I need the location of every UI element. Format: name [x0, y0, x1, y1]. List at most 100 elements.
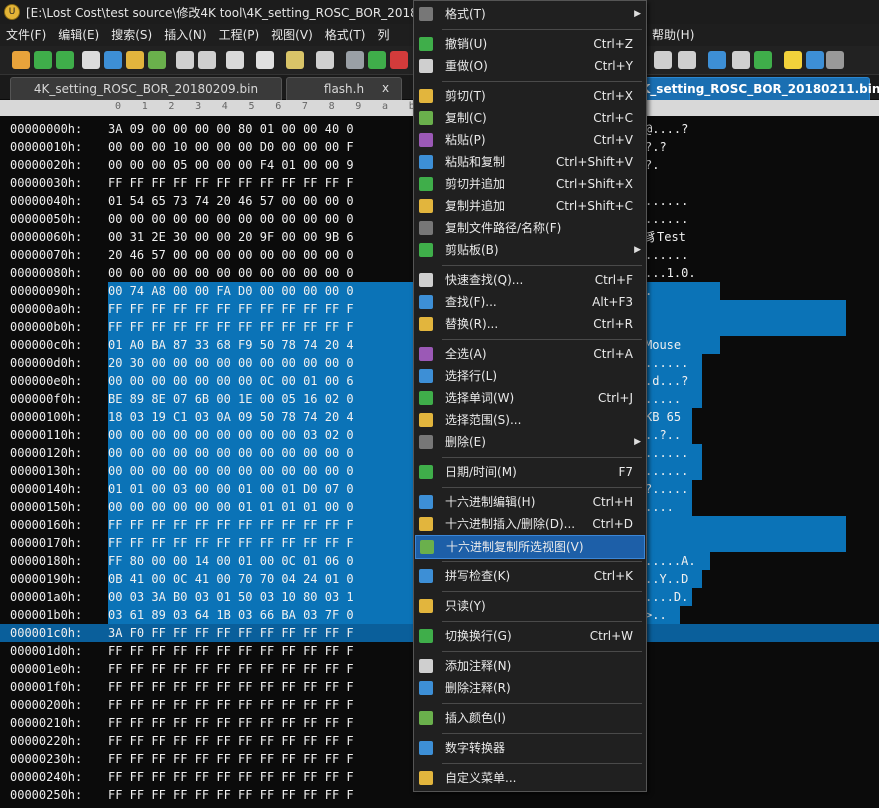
- menu-item-replace[interactable]: 替换(R)... Ctrl+R: [415, 313, 645, 335]
- menu-item-hex-insert[interactable]: 十六进制插入/删除(D)... Ctrl+D: [415, 513, 645, 535]
- menu-item-copy-path[interactable]: 复制文件路径/名称(F): [415, 217, 645, 239]
- menu-item-insert-color[interactable]: 插入颜色(I): [415, 707, 645, 729]
- row-ascii[interactable]: @....?: [645, 120, 688, 138]
- menu-item-cut-append[interactable]: 剪切并追加 Ctrl+Shift+X: [415, 173, 645, 195]
- menu-item-select-range[interactable]: 选择范围(S)...: [415, 409, 645, 431]
- image-icon[interactable]: [148, 51, 166, 69]
- menu-item-add-comment[interactable]: 添加注释(N): [415, 655, 645, 677]
- menu-2[interactable]: 搜索(S): [105, 24, 158, 46]
- tab-0[interactable]: 4K_setting_ROSC_BOR_20180209.bin: [10, 77, 282, 100]
- row-bytes[interactable]: 00 00 00 00 00 00 00 00 00 00 00 0: [108, 264, 354, 282]
- row-bytes[interactable]: 20 46 57 00 00 00 00 00 00 00 00 0: [108, 246, 354, 264]
- row-bytes[interactable]: 00 03 3A B0 03 01 50 03 10 80 03 1: [108, 588, 354, 606]
- row-ascii[interactable]: KB 65: [645, 408, 681, 426]
- row-bytes[interactable]: FF FF FF FF FF FF FF FF FF FF FF F: [108, 516, 354, 534]
- row-bytes[interactable]: 00 00 00 10 00 00 00 D0 00 00 00 F: [108, 138, 354, 156]
- row-bytes[interactable]: 0B 41 00 0C 41 00 70 70 04 24 01 0: [108, 570, 354, 588]
- row-bytes[interactable]: FF FF FF FF FF FF FF FF FF FF FF F: [108, 642, 354, 660]
- menu-item-custom-menu[interactable]: 自定义菜单...: [415, 767, 645, 789]
- menu-item-number-converter[interactable]: 数字转换器: [415, 737, 645, 759]
- row-bytes[interactable]: 01 54 65 73 74 20 46 57 00 00 00 0: [108, 192, 354, 210]
- window-icon[interactable]: [654, 51, 672, 69]
- row-bytes[interactable]: FF FF FF FF FF FF FF FF FF FF FF F: [108, 732, 354, 750]
- row-bytes[interactable]: FF FF FF FF FF FF FF FF FF FF FF F: [108, 318, 354, 336]
- row-ascii[interactable]: ...1.0.: [645, 264, 696, 282]
- menu-item-clipboard[interactable]: 剪贴板(B) ▶: [415, 239, 645, 261]
- row-ascii[interactable]: ..Y..D: [645, 570, 688, 588]
- menu-item-cut[interactable]: 剪切(T) Ctrl+X: [415, 85, 645, 107]
- row-bytes[interactable]: 00 00 00 00 00 00 00 00 00 00 00 0: [108, 462, 354, 480]
- menu-item-undo[interactable]: 撤销(U) Ctrl+Z: [415, 33, 645, 55]
- open-folder-icon[interactable]: [104, 51, 122, 69]
- help-icon[interactable]: [806, 51, 824, 69]
- menu-item-select-line[interactable]: 选择行(L): [415, 365, 645, 387]
- row-bytes[interactable]: 20 30 00 00 00 00 00 00 00 00 00 0: [108, 354, 354, 372]
- menu-1[interactable]: 编辑(E): [52, 24, 105, 46]
- globe-icon[interactable]: [708, 51, 726, 69]
- menu-help[interactable]: 帮助(H): [646, 24, 700, 46]
- row-bytes[interactable]: FF FF FF FF FF FF FF FF FF FF FF F: [108, 714, 354, 732]
- plus-macro-icon[interactable]: [368, 51, 386, 69]
- row-ascii[interactable]: >..: [645, 606, 667, 624]
- row-bytes[interactable]: FF FF FF FF FF FF FF FF FF FF FF F: [108, 768, 354, 786]
- menu-item-paste-copy[interactable]: 粘贴和复制 Ctrl+Shift+V: [415, 151, 645, 173]
- menu-item-find[interactable]: 查找(F)... Alt+F3: [415, 291, 645, 313]
- row-ascii[interactable]: ......: [645, 354, 688, 372]
- app-icon[interactable]: U: [4, 4, 20, 20]
- tile-icon[interactable]: [678, 51, 696, 69]
- row-bytes[interactable]: 01 01 00 03 00 00 01 00 01 D0 07 0: [108, 480, 354, 498]
- row-bytes[interactable]: FF FF FF FF FF FF FF FF FF FF FF F: [108, 174, 354, 192]
- dropdown-icon[interactable]: [826, 51, 844, 69]
- menu-4[interactable]: 工程(P): [213, 24, 266, 46]
- list-icon[interactable]: [316, 51, 334, 69]
- macro-icon[interactable]: [346, 51, 364, 69]
- row-bytes[interactable]: 3A 09 00 00 00 00 80 01 00 00 40 0: [108, 120, 354, 138]
- row-ascii[interactable]: ..?..: [645, 426, 681, 444]
- row-ascii[interactable]: ?.?: [645, 138, 667, 156]
- row-bytes[interactable]: FF FF FF FF FF FF FF FF FF FF FF F: [108, 678, 354, 696]
- row-bytes[interactable]: FF 80 00 00 14 00 01 00 0C 01 06 0: [108, 552, 354, 570]
- menu-item-format[interactable]: 格式(T) ▶: [415, 3, 645, 25]
- menu-item-delete[interactable]: 删除(E) ▶: [415, 431, 645, 453]
- folder-icon[interactable]: [126, 51, 144, 69]
- menu-item-remove-comment[interactable]: 删除注释(R): [415, 677, 645, 699]
- print-icon[interactable]: [176, 51, 194, 69]
- row-ascii[interactable]: .....: [645, 390, 681, 408]
- row-bytes[interactable]: FF FF FF FF FF FF FF FF FF FF FF F: [108, 696, 354, 714]
- menu-item-paste[interactable]: 粘贴(P) Ctrl+V: [415, 129, 645, 151]
- column-icon[interactable]: [286, 51, 304, 69]
- row-ascii[interactable]: ......: [645, 444, 688, 462]
- row-bytes[interactable]: 01 A0 BA 87 33 68 F9 50 78 74 20 4: [108, 336, 354, 354]
- row-bytes[interactable]: FF FF FF FF FF FF FF FF FF FF FF F: [108, 300, 354, 318]
- document-icon[interactable]: [82, 51, 100, 69]
- row-bytes[interactable]: FF FF FF FF FF FF FF FF FF FF FF F: [108, 534, 354, 552]
- tip-icon[interactable]: [784, 51, 802, 69]
- row-bytes[interactable]: 00 74 A8 00 00 FA D0 00 00 00 00 0: [108, 282, 354, 300]
- row-ascii[interactable]: ......: [645, 210, 688, 228]
- menu-item-datetime[interactable]: 日期/时间(M) F7: [415, 461, 645, 483]
- row-bytes[interactable]: 03 61 89 03 64 1B 03 66 BA 03 7F 0: [108, 606, 354, 624]
- menu-item-copy-append[interactable]: 复制并追加 Ctrl+Shift+C: [415, 195, 645, 217]
- refresh-icon[interactable]: [754, 51, 772, 69]
- menu-item-quick-find[interactable]: 快速查找(Q)... Ctrl+F: [415, 269, 645, 291]
- row-ascii[interactable]: Mouse: [645, 336, 681, 354]
- camera-icon[interactable]: [732, 51, 750, 69]
- row-ascii[interactable]: ....D.: [645, 588, 688, 606]
- row-bytes[interactable]: 00 00 00 00 00 00 00 0C 00 01 00 6: [108, 372, 354, 390]
- row-bytes[interactable]: 3A F0 FF FF FF FF FF FF FF FF FF F: [108, 624, 354, 642]
- menu-item-select-word[interactable]: 选择单词(W) Ctrl+J: [415, 387, 645, 409]
- row-ascii[interactable]: ......: [645, 192, 688, 210]
- row-ascii[interactable]: .d...?: [645, 372, 688, 390]
- back-icon[interactable]: [34, 51, 52, 69]
- row-bytes[interactable]: 18 03 19 C1 03 0A 09 50 78 74 20 4: [108, 408, 354, 426]
- menu-item-wrap[interactable]: 切换换行(G) Ctrl+W: [415, 625, 645, 647]
- row-bytes[interactable]: FF FF FF FF FF FF FF FF FF FF FF F: [108, 660, 354, 678]
- spell-icon[interactable]: [226, 51, 244, 69]
- menu-item-hex-edit[interactable]: 十六进制编辑(H) Ctrl+H: [415, 491, 645, 513]
- new-file-icon[interactable]: [12, 51, 30, 69]
- menu-item-readonly[interactable]: 只读(Y): [415, 595, 645, 617]
- row-ascii[interactable]: ......: [645, 462, 688, 480]
- tab-2[interactable]: K_setting_ROSC_BOR_20180211.bin: [640, 77, 879, 100]
- row-bytes[interactable]: 00 00 00 00 00 00 01 01 01 01 00 0: [108, 498, 354, 516]
- row-ascii[interactable]: .....A.: [645, 552, 696, 570]
